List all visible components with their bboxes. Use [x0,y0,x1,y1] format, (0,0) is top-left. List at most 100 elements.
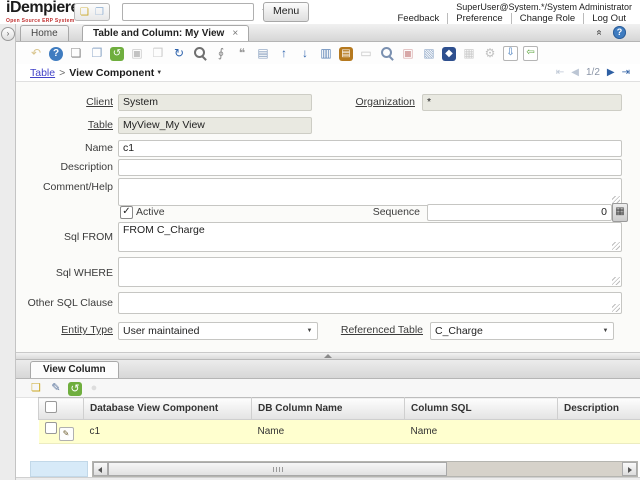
detail-panel: View Column ❏✎↺● Database View Component… [16,360,640,477]
expand-sidebar-button[interactable]: › [1,27,15,41]
row-edit-icon[interactable]: ✎ [59,427,74,441]
referenced-table-dropdown-icon[interactable] [598,323,613,339]
tab-close-icon[interactable]: × [232,28,238,39]
requests-icon[interactable]: ▣ [400,45,416,61]
name-field[interactable]: c1 [118,140,622,157]
scrollbar-track[interactable] [447,462,622,476]
global-search-input[interactable] [123,4,261,20]
previous-record-icon[interactable]: ◀ [571,67,579,78]
save-create-icon[interactable]: ❒ [150,45,166,61]
find-icon[interactable] [192,45,208,61]
global-search-combobox[interactable]: ▼ [122,3,254,21]
header-link-log-out[interactable]: Log Out [583,13,634,24]
record-position: 1/2 [586,67,600,78]
open-window-icon[interactable]: ❐ [92,6,107,19]
client-label[interactable]: Client [16,94,113,110]
process-icon[interactable]: ⚙ [482,45,498,61]
header-link-change-role[interactable]: Change Role [511,13,583,24]
new-window-icon[interactable]: ❏ [77,6,92,19]
comment-field[interactable] [118,178,622,206]
view-column-table: Database View ComponentDB Column NameCol… [38,397,640,444]
report-icon[interactable]: ▥ [318,45,334,61]
window-toggle-icon[interactable]: ▦ [461,45,477,61]
document-icon[interactable]: ▤ [339,47,353,61]
referenced-table-select[interactable]: C_Charge [430,322,614,340]
breadcrumb-current[interactable]: View Component [69,67,162,79]
sql-from-field[interactable]: FROM C_Charge [118,222,622,252]
cell-4[interactable] [558,420,640,444]
process-row-icon[interactable]: ● [86,380,102,396]
header-link-feedback[interactable]: Feedback [390,13,448,24]
zoom-across-icon[interactable] [379,45,395,61]
idempiere-window: iDempiere Open Source ERP System ❏❐ ▼ Me… [0,0,640,480]
breadcrumb-table-link[interactable]: Table [30,67,55,79]
collapse-header-icon[interactable]: « [594,30,605,36]
menu-button[interactable]: Menu [263,2,309,22]
row-checkbox[interactable] [45,422,57,434]
comment-label: Comment/Help [16,179,113,195]
column-header-3[interactable]: Column SQL [405,398,558,420]
last-record-icon[interactable]: ⇥ [622,67,630,78]
scroll-right-icon[interactable] [622,462,637,476]
header-links: FeedbackPreferenceChange RoleLog Out [390,13,635,24]
scrollbar-thumb[interactable] [108,462,447,476]
save-icon[interactable]: ▣ [129,45,145,61]
column-header-2[interactable]: DB Column Name [252,398,405,420]
export-icon[interactable]: ⇩ [503,46,518,61]
horizontal-scrollbar[interactable] [92,461,638,477]
tab-table-and-column[interactable]: Table and Column: My View× [82,25,249,41]
detail-record-icon[interactable]: ↓ [297,45,313,61]
description-label: Description [16,159,113,175]
column-header-1[interactable]: Database View Component [84,398,252,420]
edit-row-icon[interactable]: ✎ [48,380,64,396]
organization-label[interactable]: Organization [316,94,415,110]
new-row-icon[interactable]: ❏ [28,380,44,396]
entity-type-dropdown-icon[interactable] [302,323,317,339]
copy-record-icon[interactable]: ❐ [89,45,105,61]
print-icon[interactable]: ▭ [358,45,374,61]
attachment-icon[interactable]: ∮ [213,45,229,61]
entity-type-label[interactable]: Entity Type [16,322,113,338]
panel-splitter[interactable] [16,352,640,360]
entity-type-value: User maintained [119,323,302,339]
tabbar-help-icon[interactable]: ? [613,26,626,39]
chat-icon[interactable]: ❝ [234,45,250,61]
parent-record-icon[interactable]: ↑ [276,45,292,61]
help-icon[interactable]: ? [49,47,63,61]
refresh-icon[interactable]: ↻ [171,45,187,61]
cell-3[interactable]: Name [405,420,558,444]
scroll-left-icon[interactable] [93,462,108,476]
postit-icon[interactable]: ▤ [255,45,271,61]
detail-grid-viewport: Database View ComponentDB Column NameCol… [38,397,640,461]
sql-where-field[interactable] [118,257,622,287]
archive-icon[interactable]: ▧ [421,45,437,61]
delete-row-icon[interactable]: ↺ [68,382,82,396]
cell-1[interactable]: c1 [84,420,252,444]
cell-2[interactable]: Name [252,420,405,444]
sequence-field[interactable]: 0 [427,204,612,221]
table-row[interactable]: ✎c1NameName [39,420,640,444]
main-content: Home Table and Column: My View× « ? ↶? ❏ ❐… [16,24,640,480]
undo-icon[interactable]: ↶ [28,45,44,61]
column-header-4[interactable]: Description [558,398,640,420]
other-sql-field[interactable] [118,292,622,314]
header-link-preference[interactable]: Preference [447,13,510,24]
next-record-icon[interactable]: ▶ [607,67,615,78]
entity-type-select[interactable]: User maintained [118,322,318,340]
referenced-table-label[interactable]: Referenced Table [322,322,423,338]
description-field[interactable] [118,159,622,176]
tab-view-column[interactable]: View Column [30,361,119,378]
delete-record-icon[interactable]: ↺ [110,47,124,61]
first-record-icon[interactable]: ⇤ [556,67,564,78]
west-panel-collapsed: › [0,24,16,480]
select-all-checkbox[interactable] [45,401,57,413]
tab-home[interactable]: Home [20,25,69,41]
table-field: MyView_My View [118,117,312,134]
active-checkbox[interactable]: ✓ [120,206,133,219]
calculator-icon[interactable]: ▦ [612,203,628,222]
table-label[interactable]: Table [16,117,113,133]
exit-icon[interactable]: ⇦ [523,46,538,61]
workflow-icon[interactable]: ◆ [442,47,456,61]
new-record-icon[interactable]: ❏ [68,45,84,61]
active-label: Active [136,204,196,220]
